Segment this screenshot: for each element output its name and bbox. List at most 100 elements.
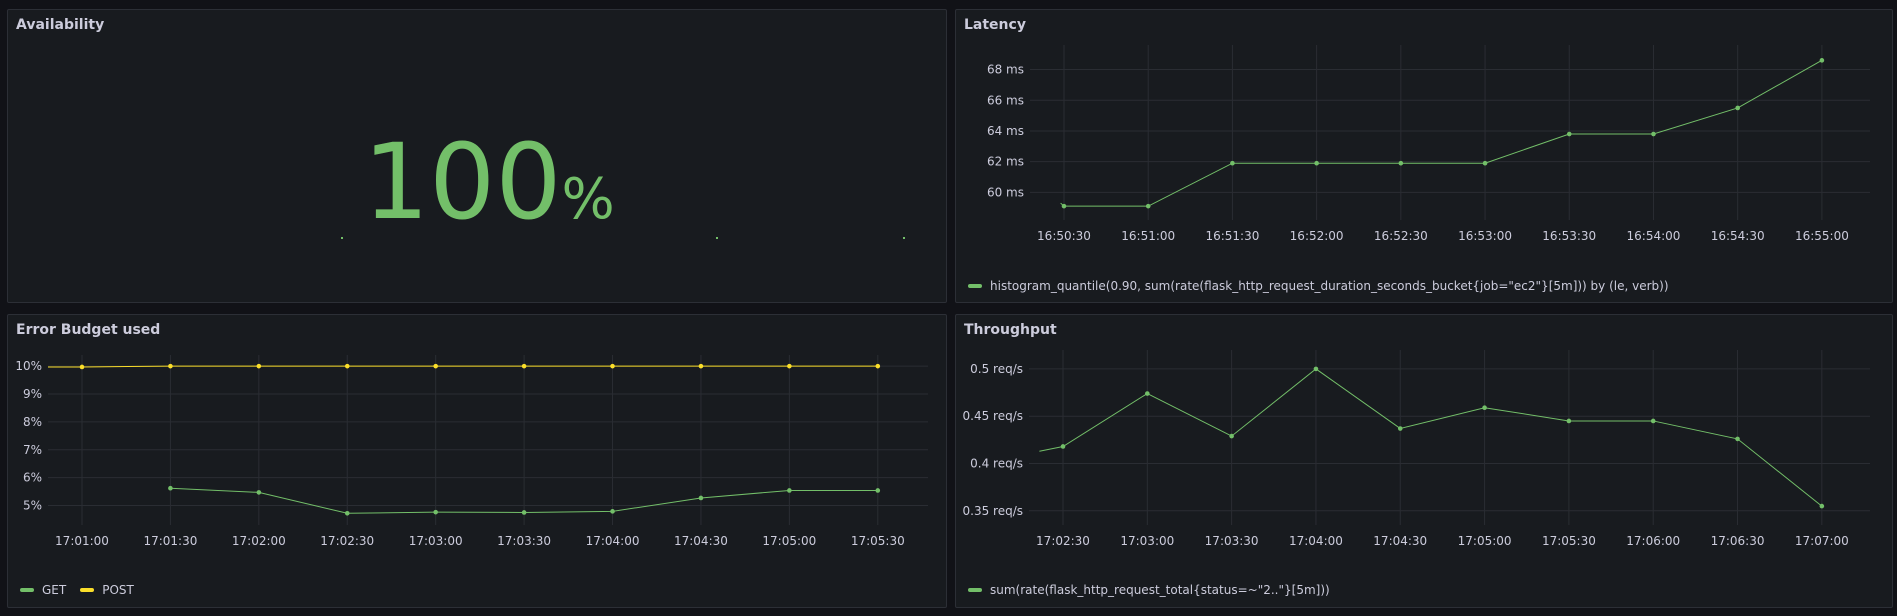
y-tick-label: 5%	[23, 498, 42, 512]
data-point	[1229, 433, 1234, 439]
panel-latency: Latency 60 ms 62 ms 64 ms 66 ms 68 ms 16:50:3…	[955, 9, 1893, 303]
data-point	[1060, 444, 1066, 449]
x-tick-label: 17:04:30	[674, 534, 728, 548]
legend-item[interactable]: histogram_quantile(0.90, sum(rate(flask_…	[968, 279, 1669, 293]
x-tick-label: 16:50:30	[1037, 229, 1091, 243]
data-point	[521, 510, 527, 515]
panel-throughput: Throughput 0.35 req/s 0.4 req/s 0.45 req/s…	[955, 314, 1893, 608]
legend-swatch	[20, 588, 34, 592]
y-tick-label: 10%	[15, 359, 42, 373]
latency-legend: histogram_quantile(0.90, sum(rate(flask_…	[968, 279, 1669, 293]
data-point	[1061, 203, 1067, 209]
availability-unit: %	[561, 167, 615, 232]
x-tick-label: 16:53:00	[1458, 229, 1512, 243]
data-point	[1482, 160, 1488, 166]
legend-swatch	[968, 588, 982, 592]
x-tick-label: 17:01:00	[55, 534, 109, 548]
data-point	[1735, 436, 1740, 442]
legend-label: sum(rate(flask_http_request_total{status…	[990, 583, 1330, 597]
data-point	[875, 363, 881, 369]
x-tick-label: 16:55:00	[1795, 229, 1849, 243]
data-point	[168, 485, 173, 491]
legend-item[interactable]: GET	[20, 583, 66, 597]
y-tick-label: 9%	[23, 387, 42, 401]
panel-error-budget: Error Budget used 5% 6% 7% 8% 9% 10% 17:01:00 1…	[7, 314, 947, 608]
x-tick-label: 17:02:30	[1036, 534, 1090, 548]
sparkline-dot	[716, 237, 718, 239]
x-tick-label: 17:01:30	[143, 534, 197, 548]
series-line	[1060, 59, 1823, 207]
y-tick-label: 0.45 req/s	[963, 409, 1024, 423]
latency-chart: 60 ms 62 ms 64 ms 66 ms 68 ms 16:50:30 16:51:0…	[987, 45, 1870, 243]
x-tick-label: 16:51:30	[1205, 229, 1259, 243]
panel-availability: Availability 100%	[7, 9, 947, 303]
chart-grid	[48, 355, 928, 525]
x-tick-label: 17:07:00	[1795, 534, 1849, 548]
x-tick-label: 17:06:00	[1626, 534, 1680, 548]
data-point	[1398, 160, 1404, 166]
x-tick-label: 16:53:30	[1542, 229, 1596, 243]
y-tick-label: 68 ms	[987, 63, 1024, 77]
data-point	[698, 495, 704, 501]
data-point	[168, 363, 173, 369]
data-point	[698, 363, 704, 369]
throughput-chart: 0.35 req/s 0.4 req/s 0.45 req/s 0.5 req/s 17…	[963, 350, 1870, 548]
data-point	[787, 363, 792, 369]
chart-grid	[1030, 45, 1870, 220]
x-tick-label: 16:52:30	[1374, 229, 1428, 243]
data-point	[1735, 105, 1740, 111]
data-point	[1145, 203, 1151, 209]
availability-stat: 100%	[363, 130, 615, 234]
chart-grid	[1029, 350, 1870, 525]
error-budget-chart: 5% 6% 7% 8% 9% 10% 17:01:00 17:01:30 17:02:00 17:…	[15, 355, 928, 548]
x-tick-label: 16:51:00	[1121, 229, 1175, 243]
data-point	[610, 509, 615, 514]
x-tick-label: 17:05:30	[1542, 534, 1596, 548]
data-point	[1650, 418, 1656, 424]
data-point	[433, 363, 438, 369]
x-tick-label: 17:02:00	[232, 534, 286, 548]
series-line	[1039, 368, 1823, 507]
x-tick-label: 17:06:30	[1711, 534, 1765, 548]
y-tick-label: 0.35 req/s	[963, 504, 1024, 518]
y-tick-label: 60 ms	[987, 185, 1024, 199]
legend-swatch	[80, 588, 95, 592]
x-tick-label: 17:05:30	[851, 534, 905, 548]
x-tick-label: 17:03:30	[497, 534, 551, 548]
data-point	[1314, 160, 1319, 166]
sparkline-dot	[903, 237, 905, 239]
data-point	[1819, 58, 1825, 63]
x-tick-label: 16:54:00	[1627, 229, 1681, 243]
x-tick-label: 17:04:30	[1373, 534, 1427, 548]
sparkline-dot	[341, 237, 343, 239]
legend-item[interactable]: sum(rate(flask_http_request_total{status…	[968, 583, 1330, 597]
data-point	[1651, 131, 1656, 137]
data-point	[1397, 426, 1403, 431]
data-point	[256, 363, 262, 369]
data-point	[875, 488, 881, 493]
x-tick-label: 17:05:00	[762, 534, 816, 548]
data-point	[1566, 131, 1572, 137]
availability-value: 100	[363, 121, 562, 243]
y-tick-label: 0.4 req/s	[970, 457, 1023, 471]
data-point	[1145, 391, 1150, 396]
data-point	[433, 509, 438, 515]
data-point	[1230, 160, 1235, 166]
x-tick-label: 17:04:00	[586, 534, 640, 548]
y-tick-label: 7%	[23, 443, 42, 457]
y-tick-label: 8%	[23, 415, 42, 429]
y-tick-label: 62 ms	[987, 155, 1024, 169]
x-tick-label: 17:02:30	[320, 534, 374, 548]
legend-label: POST	[102, 583, 134, 597]
throughput-legend: sum(rate(flask_http_request_total{status…	[968, 583, 1330, 597]
legend-swatch	[968, 284, 982, 288]
data-point	[344, 363, 350, 369]
y-tick-label: 64 ms	[987, 124, 1024, 138]
x-tick-label: 17:03:00	[1120, 534, 1174, 548]
error-budget-legend: GET POST	[20, 583, 134, 597]
legend-item[interactable]: POST	[80, 583, 134, 597]
x-tick-label: 17:05:00	[1458, 534, 1512, 548]
data-point	[1566, 418, 1572, 424]
panel-title-availability[interactable]: Availability	[16, 17, 104, 33]
x-tick-label: 16:52:00	[1290, 229, 1344, 243]
